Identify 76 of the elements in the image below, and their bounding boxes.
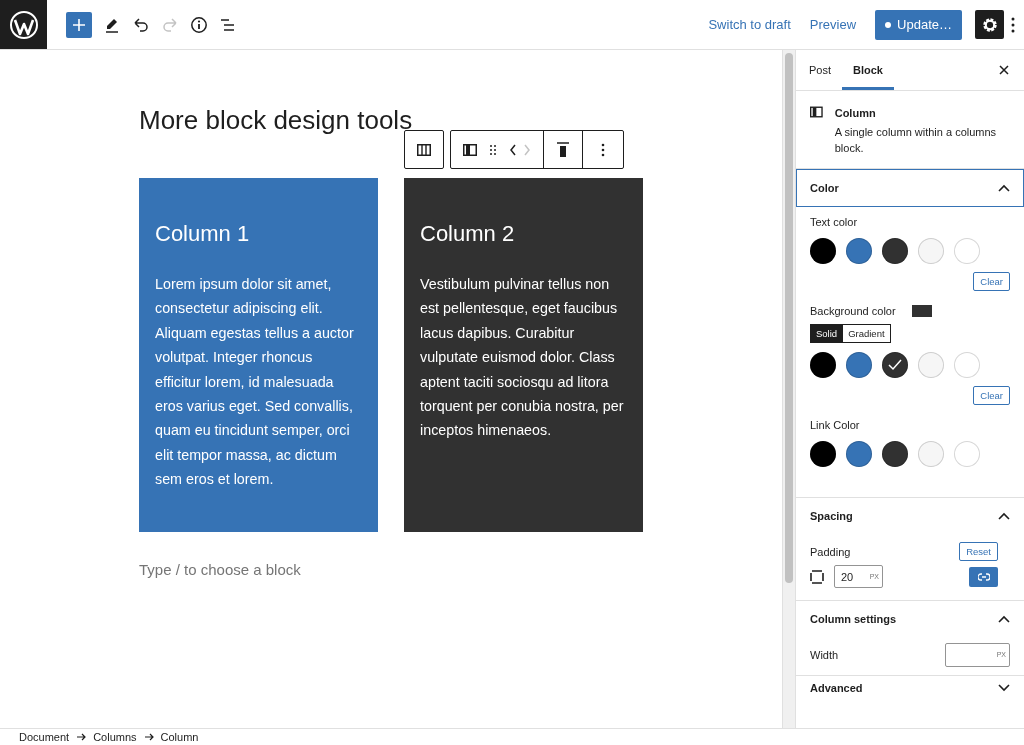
- color-swatch[interactable]: [810, 238, 836, 264]
- width-field[interactable]: [945, 643, 1010, 667]
- color-swatch[interactable]: [918, 238, 944, 264]
- color-label: Background color: [810, 305, 896, 317]
- settings-button[interactable]: [975, 10, 1004, 39]
- add-block-button[interactable]: [66, 11, 92, 38]
- check-icon: [888, 359, 902, 371]
- color-swatch[interactable]: [918, 441, 944, 467]
- column-icon: [810, 106, 823, 118]
- column-paragraph: Vestibulum pulvinar tellus non est pellentesque, eget faucibus lacus dapibus. Curabitur vulputate euismod dolor. Class aptent taciti sociosqu ad litora torquent per conubia nostra, per inceptos himenaeos.: [420, 275, 625, 441]
- mode-toggle[interactable]: Solid: [811, 325, 844, 342]
- panel-header[interactable]: Advanced: [796, 676, 1024, 700]
- breadcrumb-link[interactable]: Document: [19, 731, 70, 743]
- arrow-right-icon: [143, 733, 154, 741]
- color-label: Text color: [810, 216, 859, 228]
- undo-icon: [132, 15, 150, 34]
- options-icon[interactable]: [1011, 16, 1015, 33]
- sidebar-tab[interactable]: Block: [842, 50, 894, 90]
- chevron-up-icon[interactable]: [998, 184, 1010, 192]
- dot-icon: [885, 21, 892, 28]
- arrow-right-icon: [76, 733, 87, 741]
- link-icon: [977, 572, 990, 581]
- color-swatch[interactable]: [882, 441, 908, 467]
- column-heading: Column 1: [155, 220, 251, 248]
- column-block[interactable]: [404, 178, 643, 532]
- column-icon[interactable]: [463, 143, 477, 156]
- color-swatch[interactable]: [918, 352, 944, 378]
- plus-icon: [72, 17, 86, 32]
- chevron-up-icon[interactable]: [998, 512, 1010, 520]
- close-icon[interactable]: [999, 65, 1009, 75]
- block-name: Column: [834, 106, 877, 121]
- chevron-down-icon[interactable]: [998, 684, 1010, 692]
- drag-handle-icon[interactable]: [489, 143, 497, 156]
- update-button[interactable]: Update…: [875, 9, 962, 40]
- color-swatch[interactable]: [882, 238, 908, 264]
- padding-box-icon: [810, 569, 824, 584]
- breadcrumb-link[interactable]: Column: [160, 731, 199, 743]
- color-swatch[interactable]: [846, 238, 872, 264]
- breadcrumb-link[interactable]: Columns: [93, 731, 137, 743]
- link-sides-button[interactable]: [969, 566, 998, 587]
- color-swatch[interactable]: [954, 352, 980, 378]
- color-label: Link Color: [810, 419, 861, 431]
- info-icon: [190, 15, 208, 34]
- clear-button[interactable]: Clear: [973, 272, 1010, 291]
- color-swatch[interactable]: [846, 352, 872, 378]
- width-label: Width: [810, 649, 839, 661]
- color-swatch[interactable]: [846, 441, 872, 467]
- clear-button[interactable]: Clear: [973, 386, 1010, 405]
- color-swatch[interactable]: [810, 441, 836, 467]
- panel-header[interactable]: Column settings: [796, 601, 1024, 637]
- padding-label: Padding: [810, 545, 851, 558]
- chevron-left-icon[interactable]: [509, 143, 517, 156]
- site-logo[interactable]: [0, 0, 47, 49]
- color-swatch[interactable]: [954, 441, 980, 467]
- switch-to-draft-link[interactable]: Switch to draft: [708, 17, 791, 32]
- column-paragraph: Lorem ipsum dolor sit amet, consectetur adipiscing elit. Aliquam egestas tellus a auctor volutpat. Integer rhoncus efficitur lorem, id malesuada eros varius eget. Sed convallis, quam eu tincidunt semper, orci elit tempor massa, ac dictum sem eros et lorem.: [155, 275, 355, 490]
- align-top-icon[interactable]: [556, 141, 570, 158]
- column-heading: Column 2: [420, 220, 516, 248]
- block-description: A single column within a columns block.: [834, 125, 998, 156]
- block-placeholder[interactable]: Type / to choose a block: [139, 561, 782, 578]
- settings-icon: [980, 15, 999, 34]
- panel-header[interactable]: Spacing: [796, 498, 1024, 534]
- chevron-up-icon[interactable]: [998, 615, 1010, 623]
- reset-button[interactable]: Reset: [959, 542, 998, 561]
- wordpress-logo-icon: [8, 9, 39, 40]
- redo-icon: [161, 15, 179, 34]
- sidebar-tab[interactable]: Post: [798, 50, 842, 90]
- post-title: More block design tools: [139, 105, 414, 135]
- panel-header[interactable]: Color: [796, 169, 1024, 207]
- color-swatch[interactable]: [810, 352, 836, 378]
- color-swatch[interactable]: [954, 238, 980, 264]
- preview-link[interactable]: Preview: [809, 17, 857, 32]
- color-swatch[interactable]: [882, 352, 908, 378]
- options-icon[interactable]: [601, 142, 605, 157]
- scrollbar[interactable]: [782, 50, 795, 728]
- columns-icon[interactable]: [417, 143, 431, 156]
